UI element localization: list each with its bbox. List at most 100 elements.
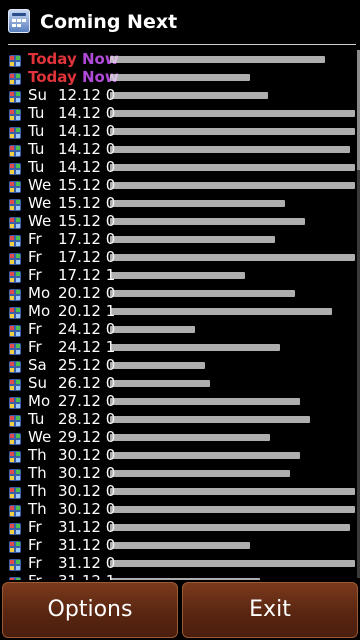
event-date: 15.12 0 (58, 176, 116, 194)
event-description-redacted (110, 128, 355, 135)
event-day: Su (28, 86, 48, 104)
list-item[interactable]: We 15.12 0 (0, 212, 360, 230)
event-date: 30.12 0 (58, 500, 116, 518)
list-item[interactable]: Tu 28.12 0 (0, 410, 360, 428)
calendar-event-icon (9, 251, 21, 265)
list-item[interactable]: Su 12.12 0 (0, 86, 360, 104)
list-item[interactable]: Fr 17.12 0 (0, 248, 360, 266)
calendar-event-icon (9, 161, 21, 175)
list-item[interactable]: Today Now (0, 68, 360, 86)
event-day: Fr (28, 248, 42, 266)
event-day: Tu (28, 158, 45, 176)
event-date: 28.12 0 (58, 410, 116, 428)
event-day: Fr (28, 266, 42, 284)
list-item[interactable]: Fr 31.12 0 (0, 536, 360, 554)
event-date: 14.12 0 (58, 104, 116, 122)
list-item[interactable]: Mo 27.12 0 (0, 392, 360, 410)
calendar-event-icon (9, 233, 21, 247)
event-day: Fr (28, 230, 42, 248)
calendar-event-icon (9, 413, 21, 427)
event-description-redacted (110, 146, 350, 153)
calendar-event-icon (9, 377, 21, 391)
list-item[interactable]: We 29.12 0 (0, 428, 360, 446)
event-date: 30.12 0 (58, 464, 116, 482)
event-date: 31.12 0 (58, 554, 116, 572)
event-date: 26.12 0 (58, 374, 116, 392)
event-day: Fr (28, 518, 42, 536)
event-day: We (28, 176, 52, 194)
event-day: Th (28, 464, 47, 482)
list-item[interactable]: Mo 20.12 0 (0, 284, 360, 302)
event-day: Fr (28, 572, 58, 580)
list-item[interactable]: Tu 14.12 0 (0, 140, 360, 158)
list-item[interactable]: Today Now (0, 50, 360, 68)
calendar-app-icon (8, 9, 30, 33)
list-item[interactable]: Tu 14.12 0 (0, 122, 360, 140)
event-day: Tu (28, 410, 45, 428)
event-description-redacted (110, 362, 205, 369)
event-description-redacted (110, 272, 245, 279)
event-description-redacted (110, 110, 355, 117)
list-item[interactable]: Th 30.12 0 (0, 446, 360, 464)
calendar-event-icon (9, 53, 21, 67)
event-date: 29.12 0 (58, 428, 116, 446)
event-date: 31.12 0 (58, 518, 116, 536)
event-description-redacted (110, 92, 268, 99)
event-date: 24.12 1 (58, 338, 116, 356)
list-item[interactable]: We 15.12 0 (0, 176, 360, 194)
event-description-redacted (110, 236, 275, 243)
event-day: Sa (28, 356, 47, 374)
event-date: 20.12 0 (58, 284, 116, 302)
list-item[interactable]: Fr 24.12 0 (0, 320, 360, 338)
options-button[interactable]: Options (2, 582, 178, 638)
event-date: 30.12 0 (58, 482, 116, 500)
calendar-event-icon (9, 467, 21, 481)
list-item[interactable]: We 15.12 0 (0, 194, 360, 212)
event-date: 24.12 0 (58, 320, 116, 338)
calendar-event-icon (9, 341, 21, 355)
today-label: Today (28, 68, 77, 86)
event-date: 17.12 1 (58, 266, 116, 284)
event-day: Fr (28, 554, 42, 572)
event-date: 15.12 0 (58, 194, 116, 212)
list-item[interactable]: Th 30.12 0 (0, 464, 360, 482)
list-item[interactable]: Fr31.12 1 (0, 572, 360, 580)
event-description-redacted (110, 344, 280, 351)
event-description-redacted (110, 560, 355, 567)
calendar-event-icon (9, 143, 21, 157)
calendar-event-icon (9, 431, 21, 445)
calendar-event-icon (9, 197, 21, 211)
today-label: Today (28, 50, 77, 68)
event-description-redacted (110, 218, 305, 225)
event-list[interactable]: Today Now Today Now Su 12.12 0 Tu 14.12 0 Tu 14… (0, 50, 360, 580)
list-item[interactable]: Th 30.12 0 (0, 500, 360, 518)
calendar-event-icon (9, 557, 21, 571)
today-now-label: Today Now (28, 50, 119, 68)
list-item[interactable]: Fr 24.12 1 (0, 338, 360, 356)
event-day: Fr (28, 320, 42, 338)
page-title: Coming Next (40, 11, 178, 33)
calendar-event-icon (9, 539, 21, 553)
list-item[interactable]: Fr 17.12 1 (0, 266, 360, 284)
list-item[interactable]: Fr 17.12 0 (0, 230, 360, 248)
event-day: Th (28, 446, 47, 464)
event-description-redacted (110, 524, 350, 531)
list-item[interactable]: Th 30.12 0 (0, 482, 360, 500)
exit-button[interactable]: Exit (182, 582, 358, 638)
event-date: 14.12 0 (58, 122, 116, 140)
event-date: 30.12 0 (58, 446, 116, 464)
event-date: 15.12 0 (58, 212, 116, 230)
list-item[interactable]: Sa 25.12 0 (0, 356, 360, 374)
list-item[interactable]: Tu 14.12 0 (0, 158, 360, 176)
list-item[interactable]: Fr 31.12 0 (0, 554, 360, 572)
calendar-event-icon (9, 125, 21, 139)
event-date: 25.12 0 (58, 356, 116, 374)
list-item[interactable]: Fr 31.12 0 (0, 518, 360, 536)
event-day: Tu (28, 104, 45, 122)
event-description-redacted (110, 164, 355, 171)
list-item[interactable]: Tu 14.12 0 (0, 104, 360, 122)
list-item[interactable]: Mo 20.12 1 (0, 302, 360, 320)
event-description-redacted (110, 254, 355, 261)
list-item[interactable]: Su 26.12 0 (0, 374, 360, 392)
event-day: Mo (28, 302, 51, 320)
